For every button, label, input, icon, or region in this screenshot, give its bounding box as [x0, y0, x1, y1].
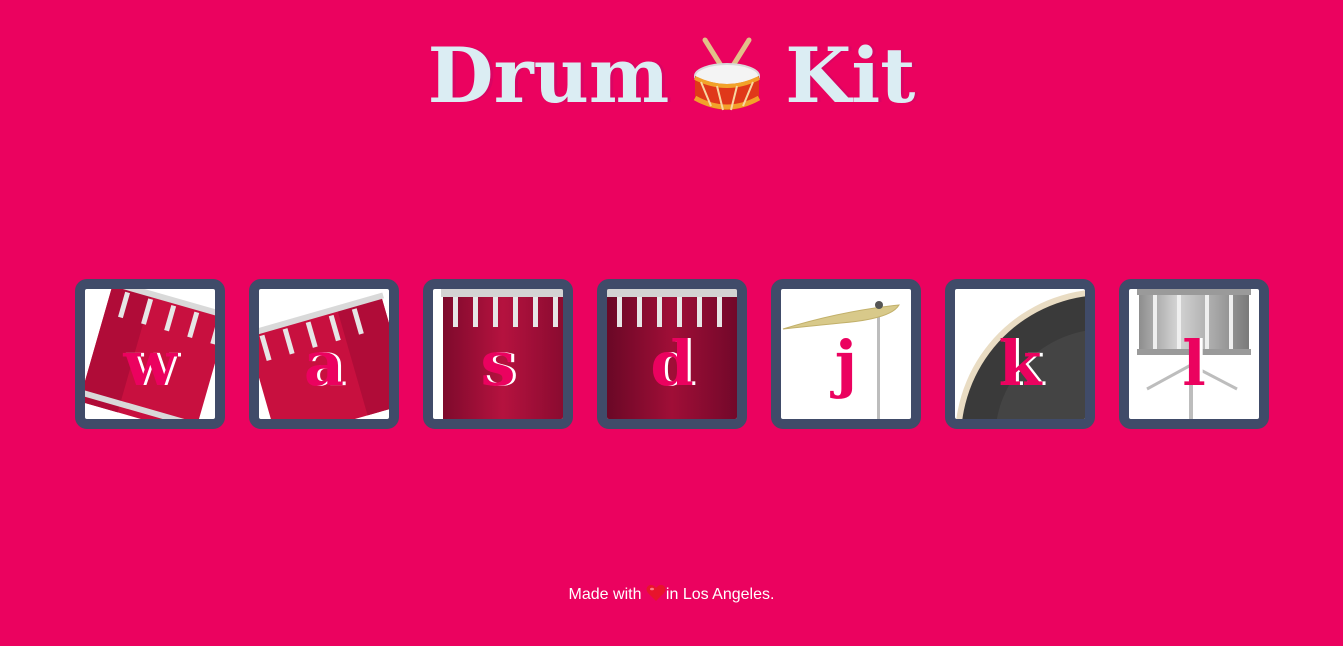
drum-pad-d[interactable]: d	[597, 279, 747, 429]
drum-pad-j[interactable]: j	[771, 279, 921, 429]
page-title: Drum Kit	[0, 28, 1343, 124]
key-label: s	[480, 327, 516, 400]
footer-text-before: Made with	[568, 586, 642, 603]
drum-pad-w[interactable]: w	[75, 279, 225, 429]
key-label: j	[834, 327, 858, 400]
footer: Made with in Los Angeles.	[0, 584, 1343, 608]
title-text-left: Drum	[427, 31, 670, 120]
key-label: w	[123, 327, 177, 400]
key-label: k	[998, 327, 1042, 400]
drum-icon	[691, 36, 763, 116]
key-label: a	[303, 327, 345, 400]
drum-pad-s[interactable]: s	[423, 279, 573, 429]
title-text-right: Kit	[785, 31, 916, 120]
drum-pad-k[interactable]: k	[945, 279, 1095, 429]
key-label: l	[1182, 327, 1206, 400]
drum-pad-a[interactable]: a	[249, 279, 399, 429]
footer-text-after: in Los Angeles.	[665, 586, 775, 603]
drum-set: w a s d j k l	[75, 279, 1269, 429]
drum-pad-l[interactable]: l	[1119, 279, 1269, 429]
heart-icon	[646, 584, 666, 608]
key-label: d	[650, 327, 694, 400]
